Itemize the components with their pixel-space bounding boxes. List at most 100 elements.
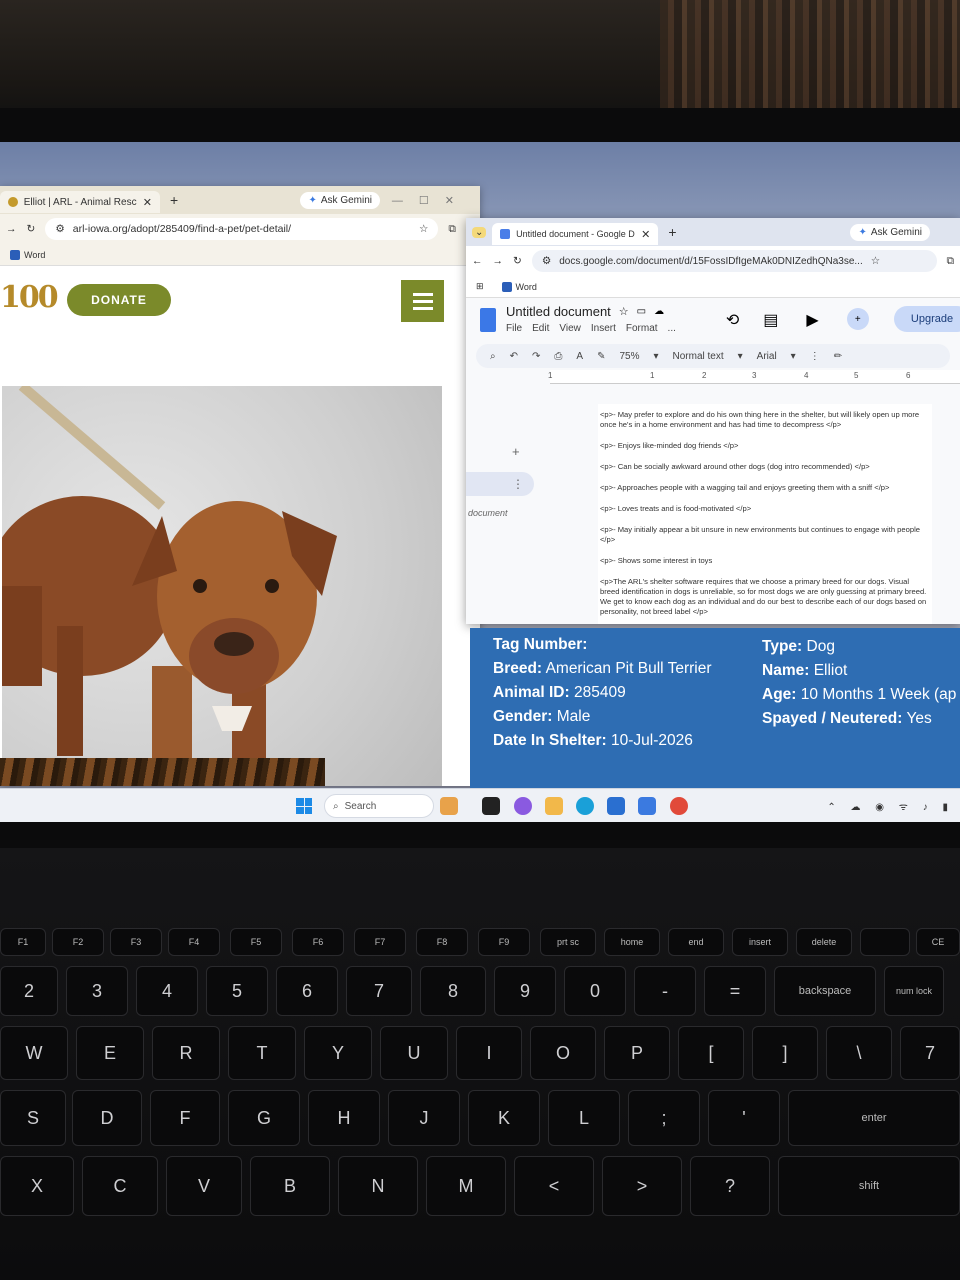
window-controls[interactable]: —☐✕ xyxy=(392,194,470,207)
share-person-icon[interactable]: + xyxy=(846,308,869,330)
menu-view[interactable]: View xyxy=(559,323,581,334)
key-6[interactable]: 6 xyxy=(276,966,338,1016)
key-t[interactable]: T xyxy=(228,1026,296,1080)
widgets-icon[interactable] xyxy=(440,797,458,815)
key-p[interactable]: P xyxy=(604,1026,670,1080)
chrome-icon[interactable] xyxy=(670,797,688,815)
url-field[interactable]: ⚙ docs.google.com/document/d/15FossIDfIg… xyxy=(531,250,937,272)
key-delete[interactable]: delete xyxy=(796,928,852,956)
store-icon[interactable] xyxy=(607,797,625,815)
key-i[interactable]: I xyxy=(456,1026,522,1080)
chevron-down-icon[interactable]: ▾ xyxy=(738,351,743,362)
key-k[interactable]: K xyxy=(468,1090,540,1146)
key-f2[interactable]: F2 xyxy=(52,928,104,956)
key-l[interactable]: L xyxy=(548,1090,620,1146)
key-f4[interactable]: F4 xyxy=(168,928,220,956)
key-home[interactable]: home xyxy=(604,928,660,956)
star-icon[interactable]: ☆ xyxy=(619,305,629,318)
key-calc[interactable] xyxy=(860,928,910,956)
bookmark-word[interactable]: Word xyxy=(24,250,45,260)
key-n[interactable]: N xyxy=(338,1156,418,1216)
new-tab-button[interactable]: + xyxy=(668,224,676,240)
key-3[interactable]: 3 xyxy=(66,966,128,1016)
key-f5[interactable]: F5 xyxy=(230,928,282,956)
key-o[interactable]: O xyxy=(530,1026,596,1080)
key-y[interactable]: Y xyxy=(304,1026,372,1080)
arl-logo[interactable]: 100 xyxy=(0,280,59,315)
key-equals[interactable]: = xyxy=(704,966,766,1016)
key-f9[interactable]: F9 xyxy=(478,928,530,956)
chevron-down-icon[interactable]: ▾ xyxy=(653,351,658,362)
key-open-bracket[interactable]: [ xyxy=(678,1026,744,1080)
key-backslash[interactable]: \ xyxy=(826,1026,892,1080)
upgrade-button[interactable]: Upgrade xyxy=(894,306,960,332)
key-w[interactable]: W xyxy=(0,1026,68,1080)
extensions-icon[interactable]: ⧉ xyxy=(947,255,955,268)
key-e[interactable]: E xyxy=(76,1026,144,1080)
zoom-select[interactable]: 75% xyxy=(619,351,639,362)
paint-format-icon[interactable]: ✎ xyxy=(597,351,605,362)
key-j[interactable]: J xyxy=(388,1090,460,1146)
key-f3[interactable]: F3 xyxy=(110,928,162,956)
docs-logo-icon[interactable] xyxy=(480,308,496,332)
key-r[interactable]: R xyxy=(152,1026,220,1080)
key-s[interactable]: S xyxy=(0,1090,66,1146)
menu-format[interactable]: Format xyxy=(626,323,658,334)
key-c[interactable]: C xyxy=(82,1156,158,1216)
key-end[interactable]: end xyxy=(668,928,724,956)
bookmark-star-icon[interactable]: ☆ xyxy=(419,223,428,235)
key-ce[interactable]: CE xyxy=(916,928,960,956)
task-view-icon[interactable] xyxy=(482,797,500,815)
forward-icon[interactable]: → xyxy=(493,255,504,267)
redo-icon[interactable]: ↷ xyxy=(532,351,540,362)
start-icon[interactable] xyxy=(296,798,312,814)
key-comma[interactable]: < xyxy=(514,1156,594,1216)
key-v[interactable]: V xyxy=(166,1156,242,1216)
key-period[interactable]: > xyxy=(602,1156,682,1216)
key-prtsc[interactable]: prt sc xyxy=(540,928,596,956)
apps-grid-icon[interactable]: ⊞ xyxy=(476,281,484,292)
key-0[interactable]: 0 xyxy=(564,966,626,1016)
key-4[interactable]: 4 xyxy=(136,966,198,1016)
search-icon[interactable]: ⌕ xyxy=(490,351,496,362)
meet-icon[interactable]: ▶ xyxy=(806,310,818,330)
key-f1[interactable]: F1 xyxy=(0,928,46,956)
menu-insert[interactable]: Insert xyxy=(591,323,616,334)
menu-file[interactable]: File xyxy=(506,323,522,334)
close-tab-icon[interactable]: ✕ xyxy=(143,196,152,209)
move-folder-icon[interactable]: ▭ xyxy=(637,306,646,317)
key-insert[interactable]: insert xyxy=(732,928,788,956)
key-f8[interactable]: F8 xyxy=(416,928,468,956)
app-icon[interactable] xyxy=(638,797,656,815)
spellcheck-icon[interactable]: A xyxy=(576,351,583,362)
style-select[interactable]: Normal text xyxy=(673,351,724,362)
key-5[interactable]: 5 xyxy=(206,966,268,1016)
extensions-icon[interactable]: ⧉ xyxy=(448,223,456,236)
key-slash[interactable]: ? xyxy=(690,1156,770,1216)
key-x[interactable]: X xyxy=(0,1156,74,1216)
comments-icon[interactable]: ▤ xyxy=(763,310,778,330)
ask-gemini-button[interactable]: ✦ Ask Gemini xyxy=(300,191,380,209)
forward-icon[interactable]: → xyxy=(6,223,17,235)
file-explorer-icon[interactable] xyxy=(545,797,563,815)
key-enter[interactable]: enter xyxy=(788,1090,960,1146)
add-tab-icon[interactable]: + xyxy=(512,444,520,459)
edge-icon[interactable] xyxy=(576,797,594,815)
doc-title[interactable]: Untitled document xyxy=(506,304,611,319)
key-b[interactable]: B xyxy=(250,1156,330,1216)
chevron-down-icon[interactable]: ▾ xyxy=(791,351,796,362)
bookmark-star-icon[interactable]: ☆ xyxy=(871,255,880,267)
taskbar-search[interactable]: ⌕ Search xyxy=(324,794,434,818)
key-quote[interactable]: ' xyxy=(708,1090,780,1146)
outline-tab[interactable]: ⋮ xyxy=(466,472,534,496)
system-tray[interactable]: ⌃ ☁ ◉ ᯤ ♪ ▮ xyxy=(827,799,954,813)
tab-search-icon[interactable]: ⌄ xyxy=(472,226,487,238)
ask-gemini-button[interactable]: ✦ Ask Gemini xyxy=(850,223,930,241)
ruler[interactable]: 1 1 2 3 4 5 6 xyxy=(548,370,960,384)
key-g[interactable]: G xyxy=(228,1090,300,1146)
new-tab-button[interactable]: + xyxy=(170,192,178,208)
key-f6[interactable]: F6 xyxy=(292,928,344,956)
key-minus[interactable]: - xyxy=(634,966,696,1016)
key-m[interactable]: M xyxy=(426,1156,506,1216)
key-close-bracket[interactable]: ] xyxy=(752,1026,818,1080)
